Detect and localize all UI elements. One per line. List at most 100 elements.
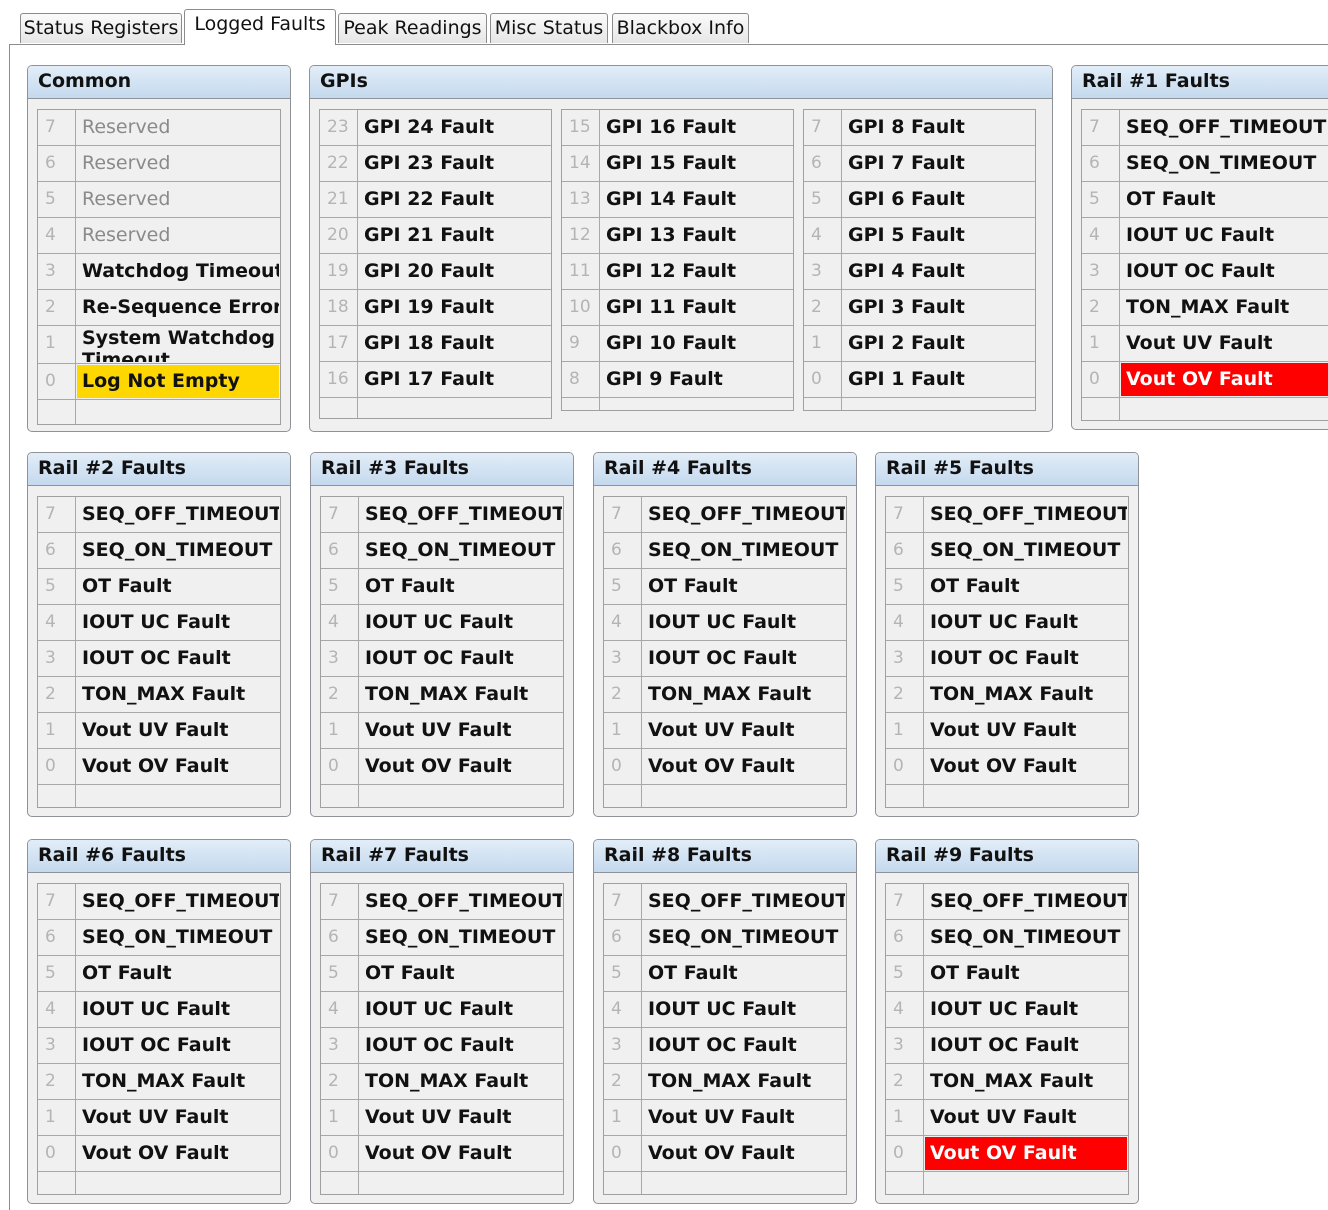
fault-label-seq-off-timeout: SEQ_OFF_TIMEOUT: [82, 890, 279, 912]
fault-row: 5 OT Fault: [886, 569, 1128, 605]
bit-index: 2: [893, 1071, 904, 1091]
rail-6-bit-grid: 7 SEQ_OFF_TIMEOUT 6 SEQ_ON_TIMEOUT 5 OT Fault…: [37, 883, 281, 1195]
fault-label-vout-uv-fault: Vout UV Fault: [365, 719, 512, 741]
fault-row: 3 IOUT OC Fault: [38, 641, 280, 677]
gpis-panel-title: GPIs: [310, 66, 1052, 99]
fault-row: 6 SEQ_ON_TIMEOUT: [321, 533, 563, 569]
bit-index: 6: [893, 540, 904, 560]
bit-index: 3: [328, 648, 339, 668]
fault-label-gpi-4-fault: GPI 4 Fault: [848, 260, 965, 282]
rail-2-bit-grid: 7 SEQ_OFF_TIMEOUT 6 SEQ_ON_TIMEOUT 5 OT Fault…: [37, 496, 281, 808]
bit-index: 7: [811, 117, 822, 137]
fault-row: 3 GPI 4 Fault: [804, 254, 1035, 290]
fault-label-ot-fault: OT Fault: [648, 962, 738, 984]
fault-label-iout-oc-fault: IOUT OC Fault: [930, 647, 1079, 669]
tab-misc-status[interactable]: Misc Status: [490, 13, 608, 43]
tab-peak-readings[interactable]: Peak Readings: [338, 13, 487, 43]
bit-index: 4: [328, 612, 339, 632]
fault-row: 4 IOUT UC Fault: [886, 992, 1128, 1028]
rail-1-panel-title: Rail #1 Faults: [1072, 66, 1328, 99]
bit-index: 6: [328, 927, 339, 947]
fault-label-vout-uv-fault: Vout UV Fault: [1126, 332, 1273, 354]
tab-logged-faults[interactable]: Logged Faults: [184, 9, 336, 45]
fault-row: 9 GPI 10 Fault: [562, 326, 793, 362]
rail-2-panel: Rail #2 Faults 7 SEQ_OFF_TIMEOUT 6 SEQ_ON_TI…: [27, 452, 291, 817]
bit-index: 5: [611, 576, 622, 596]
fault-label-ot-fault: OT Fault: [648, 575, 738, 597]
bit-index: 4: [328, 999, 339, 1019]
fault-label-iout-uc-fault: IOUT UC Fault: [930, 611, 1079, 633]
fault-row: 7 SEQ_OFF_TIMEOUT: [38, 497, 280, 533]
fault-label-ot-fault: OT Fault: [930, 575, 1020, 597]
fault-row: 6 SEQ_ON_TIMEOUT: [321, 920, 563, 956]
fault-label-gpi-24-fault: GPI 24 Fault: [364, 116, 495, 138]
bit-index: 0: [328, 756, 339, 776]
bit-index: 1: [328, 1107, 339, 1127]
fault-label-gpi-21-fault: GPI 21 Fault: [364, 224, 495, 246]
fault-label-iout-uc-fault: IOUT UC Fault: [1126, 224, 1275, 246]
fault-row: 4 GPI 5 Fault: [804, 218, 1035, 254]
bit-index: 7: [328, 504, 339, 524]
fault-row: 7 SEQ_OFF_TIMEOUT: [321, 884, 563, 920]
bit-index: 7: [893, 504, 904, 524]
fault-row: 6 SEQ_ON_TIMEOUT: [38, 533, 280, 569]
bit-index: 2: [45, 1071, 56, 1091]
bit-index: 7: [893, 891, 904, 911]
rail-4-bit-grid: 7 SEQ_OFF_TIMEOUT 6 SEQ_ON_TIMEOUT 5 OT Fault…: [603, 496, 847, 808]
bit-index: 0: [45, 1143, 56, 1163]
bit-index: 10: [569, 297, 591, 317]
fault-label-gpi-10-fault: GPI 10 Fault: [606, 332, 737, 354]
fault-label-gpi-17-fault: GPI 17 Fault: [364, 368, 495, 390]
fault-row: 6 Reserved: [38, 146, 280, 182]
fault-label-vout-ov-fault: Vout OV Fault: [82, 1142, 229, 1164]
bit-index: 0: [611, 1143, 622, 1163]
bit-index: 2: [328, 684, 339, 704]
fault-label-reserved: Reserved: [82, 188, 171, 210]
bit-index: 6: [45, 153, 56, 173]
bit-index: 4: [45, 225, 56, 245]
fault-row: 1 Vout UV Fault: [604, 713, 846, 749]
fault-row: 5 OT Fault: [38, 956, 280, 992]
fault-row: 8 GPI 9 Fault: [562, 362, 793, 398]
fault-row: 1 GPI 2 Fault: [804, 326, 1035, 362]
fault-label-gpi-16-fault: GPI 16 Fault: [606, 116, 737, 138]
bit-index: 0: [45, 371, 56, 391]
fault-row: 23 GPI 24 Fault: [320, 110, 551, 146]
bit-index: 5: [328, 963, 339, 983]
fault-row: 2 TON_MAX Fault: [1082, 290, 1328, 326]
fault-label-ton-max-fault: TON_MAX Fault: [930, 1070, 1094, 1092]
bit-index: 1: [328, 720, 339, 740]
rail-7-panel: Rail #7 Faults 7 SEQ_OFF_TIMEOUT 6 SEQ_ON_TI…: [310, 839, 574, 1204]
logged-faults-content: Common 7 Reserved 6 Reserved 5 Reserved 4 Reserv…: [9, 44, 1328, 1210]
fault-label-seq-on-timeout: SEQ_ON_TIMEOUT: [82, 926, 273, 948]
fault-row: 5 OT Fault: [1082, 182, 1328, 218]
fault-label-iout-oc-fault: IOUT OC Fault: [648, 1034, 797, 1056]
bit-index: 1: [893, 1107, 904, 1127]
fault-label-gpi-6-fault: GPI 6 Fault: [848, 188, 965, 210]
tab-status-registers[interactable]: Status Registers: [20, 13, 182, 43]
fault-row: 17 GPI 18 Fault: [320, 326, 551, 362]
rail-4-panel-title: Rail #4 Faults: [594, 453, 856, 486]
fault-row: 0 Vout OV Fault: [321, 749, 563, 785]
fault-label-ot-fault: OT Fault: [1126, 188, 1216, 210]
fault-label-vout-ov-fault: Vout OV Fault: [930, 755, 1077, 777]
fault-row: 4 IOUT UC Fault: [604, 605, 846, 641]
rail-8-bit-grid: 7 SEQ_OFF_TIMEOUT 6 SEQ_ON_TIMEOUT 5 OT Fault…: [603, 883, 847, 1195]
fault-row: 4 Reserved: [38, 218, 280, 254]
fault-label-vout-uv-fault: Vout UV Fault: [930, 719, 1077, 741]
tab-blackbox-info[interactable]: Blackbox Info: [612, 13, 749, 43]
bit-index: 6: [811, 153, 822, 173]
bit-index: 6: [611, 927, 622, 947]
rail-9-panel-title: Rail #9 Faults: [876, 840, 1138, 873]
fault-row: 2 GPI 3 Fault: [804, 290, 1035, 326]
fault-row: 4 IOUT UC Fault: [886, 605, 1128, 641]
bit-index: 19: [327, 261, 349, 281]
fault-row: 4 IOUT UC Fault: [38, 992, 280, 1028]
fault-label-gpi-19-fault: GPI 19 Fault: [364, 296, 495, 318]
fault-row: 7 SEQ_OFF_TIMEOUT: [321, 497, 563, 533]
bit-index: 3: [45, 1035, 56, 1055]
fault-row: 6 SEQ_ON_TIMEOUT: [886, 920, 1128, 956]
fault-label-ot-fault: OT Fault: [930, 962, 1020, 984]
bit-index: 4: [893, 999, 904, 1019]
fault-row: 14 GPI 15 Fault: [562, 146, 793, 182]
